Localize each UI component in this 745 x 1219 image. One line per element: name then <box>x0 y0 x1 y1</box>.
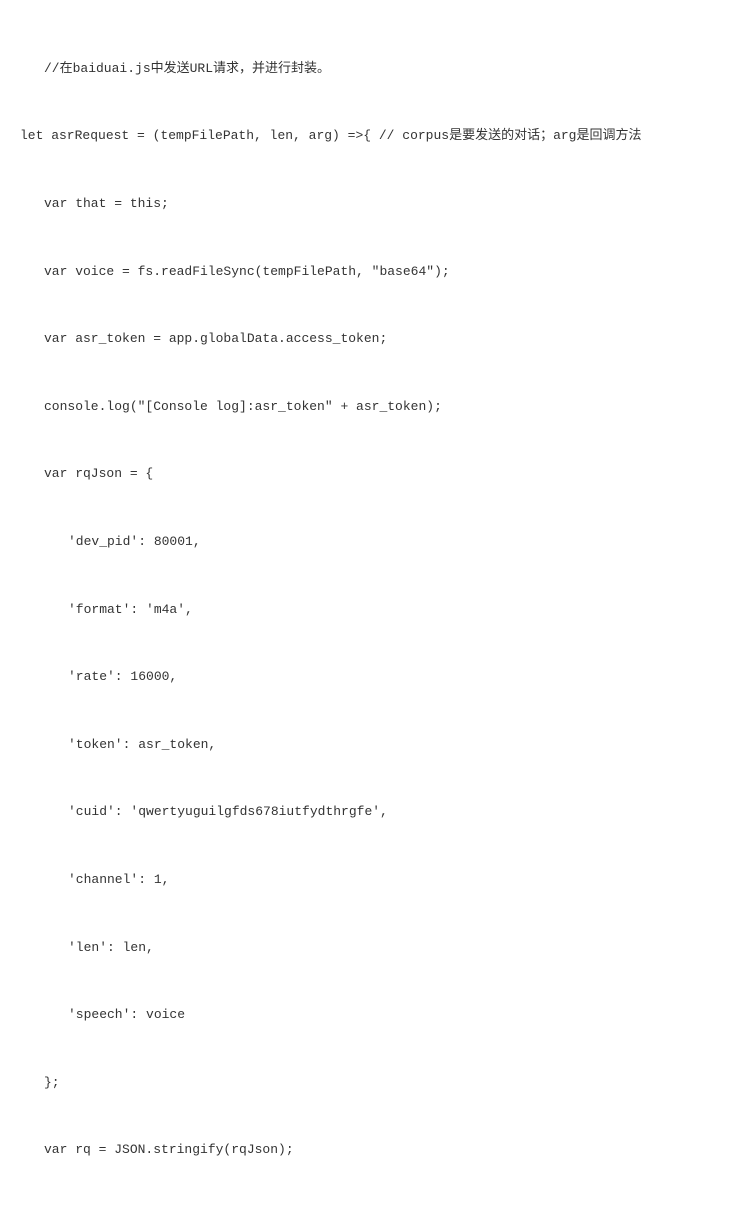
code-line: 'rate': 16000, <box>20 660 725 694</box>
code-line: var rqJson = { <box>20 457 725 491</box>
code-block: //在baiduai.js中发送URL请求，并进行封装。 let asrRequ… <box>20 18 725 1201</box>
code-line: 'cuid': 'qwertyuguilgfds678iutfydthrgfe'… <box>20 795 725 829</box>
code-line: }; <box>20 1066 725 1100</box>
code-line: 'channel': 1, <box>20 863 725 897</box>
code-line: 'dev_pid': 80001, <box>20 525 725 559</box>
code-line: 'format': 'm4a', <box>20 593 725 627</box>
code-line: 'len': len, <box>20 931 725 965</box>
code-line: var asr_token = app.globalData.access_to… <box>20 322 725 356</box>
code-line: 'speech': voice <box>20 998 725 1032</box>
code-line: var that = this; <box>20 187 725 221</box>
code-line: console.log("[Console log]:asr_token" + … <box>20 390 725 424</box>
code-line: var rq = JSON.stringify(rqJson); <box>20 1133 725 1167</box>
code-line: //在baiduai.js中发送URL请求，并进行封装。 <box>20 52 725 86</box>
code-line: let asrRequest = (tempFilePath, len, arg… <box>20 119 725 153</box>
code-line: 'token': asr_token, <box>20 728 725 762</box>
code-line: var voice = fs.readFileSync(tempFilePath… <box>20 255 725 289</box>
